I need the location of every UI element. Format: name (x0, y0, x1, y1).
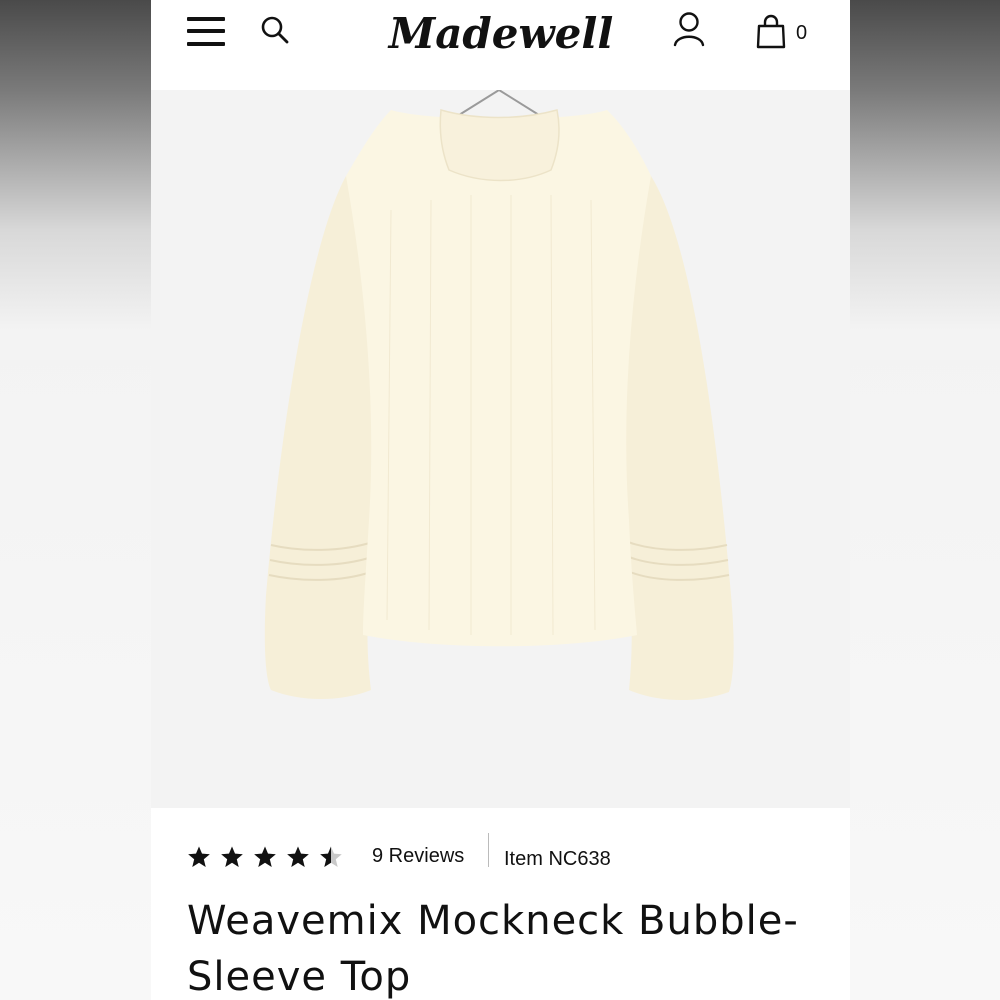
right-background-blur (849, 0, 1000, 1000)
svg-text:Madewell: Madewell (387, 9, 614, 58)
site-header: Madewell 0 (151, 0, 850, 90)
bag-count: 0 (796, 22, 808, 44)
top-illustration (264, 80, 734, 701)
divider (488, 833, 489, 867)
shopping-bag-icon[interactable] (756, 14, 786, 50)
star-icon (221, 846, 243, 867)
star-icon (254, 846, 276, 867)
rating-stars[interactable] (187, 845, 343, 869)
item-number: Item NC638 (504, 848, 611, 870)
product-title: Weavemix Mockneck Bubble-Sleeve Top (187, 898, 799, 1000)
left-background-blur (0, 0, 151, 1000)
menu-icon[interactable] (187, 15, 227, 49)
product-info: 9 Reviews Item NC638 Weavemix Mockneck B… (151, 808, 850, 1000)
product-image[interactable] (151, 80, 850, 808)
reviews-link[interactable]: 9 Reviews (372, 845, 464, 868)
star-icon (287, 846, 309, 867)
star-icon (188, 846, 210, 867)
account-icon[interactable] (671, 10, 707, 48)
brand-logo[interactable]: Madewell (386, 2, 616, 66)
search-icon[interactable] (259, 14, 291, 46)
mobile-page: Madewell 0 9 Reviews Item NC638 Weavemix… (151, 0, 850, 1000)
star-icon (320, 846, 342, 867)
